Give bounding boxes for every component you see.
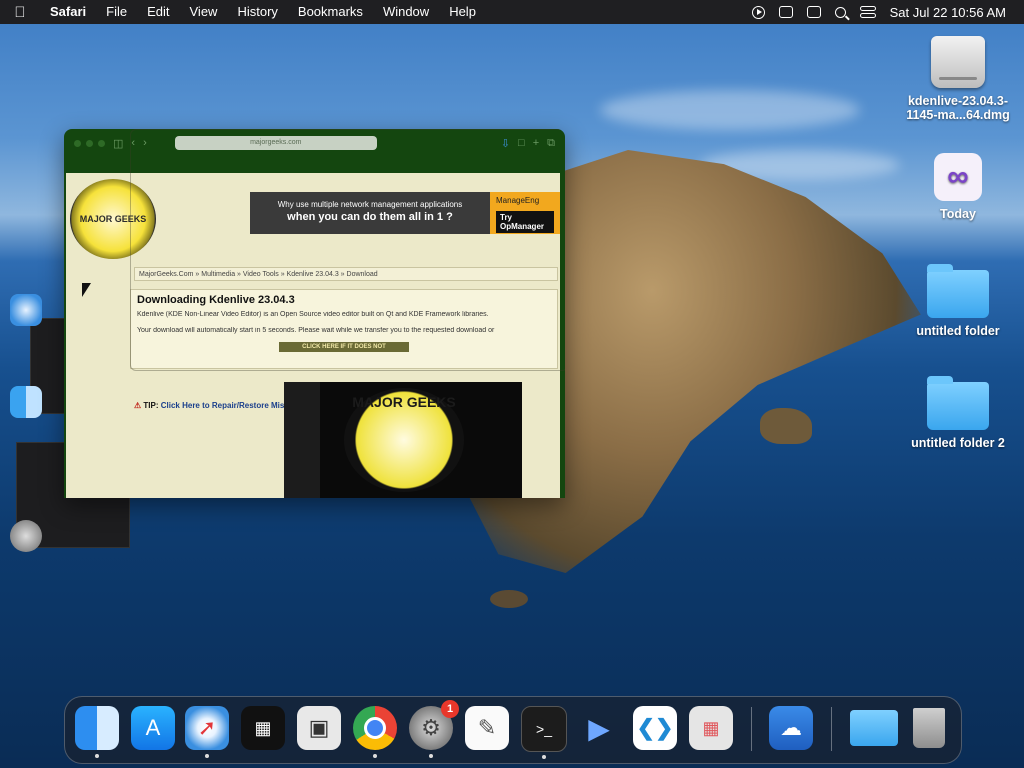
- dock-screenshot[interactable]: ▣: [297, 706, 341, 750]
- dock-launchpad[interactable]: ▦: [689, 706, 733, 750]
- sidebar-status-icon[interactable]: [778, 6, 793, 18]
- desktop-icon-label: untitled folder: [916, 324, 1000, 338]
- app-store-icon: A: [145, 715, 161, 740]
- dock: A ➚ ▦ ▣ ⚙ 1 ✎ >_ ▶ ❮❯ ▦ ☁: [64, 696, 962, 764]
- apple-menu-icon[interactable]: : [0, 4, 40, 21]
- page-title: Downloading Kdenlive 23.04.3: [137, 294, 295, 306]
- menu-bookmarks[interactable]: Bookmarks: [288, 0, 373, 24]
- dock-window-tiles[interactable]: ▦: [241, 706, 285, 750]
- app-description: Kdenlive (KDE Non-Linear Video Editor) i…: [137, 311, 489, 318]
- breadcrumb[interactable]: MajorGeeks.Com » Multimedia » Video Tool…: [134, 267, 558, 281]
- dock-finder[interactable]: [75, 706, 119, 758]
- spotlight-search-icon[interactable]: [834, 6, 846, 18]
- dock-trash[interactable]: [907, 706, 951, 750]
- window-tiles-icon: ▦: [254, 717, 272, 738]
- window-controls[interactable]: [74, 139, 105, 147]
- trash-icon: [913, 708, 945, 748]
- dock-weather[interactable]: ☁: [769, 706, 813, 750]
- desktop-icon-label: Today: [940, 207, 976, 221]
- mouse-cursor-icon: [82, 283, 91, 297]
- notepad-icon: ✎: [477, 715, 497, 740]
- tip-label: TIP:: [143, 401, 159, 410]
- menu-edit[interactable]: Edit: [137, 0, 179, 24]
- dock-app-store[interactable]: A: [131, 706, 175, 750]
- menu-help[interactable]: Help: [439, 0, 486, 24]
- desktop-icon-dmg[interactable]: kdenlive-23.04.3-1145-ma...64.dmg: [903, 36, 1013, 122]
- dock-separator: [831, 707, 832, 751]
- download-wait-text: Your download will automatically start i…: [137, 327, 495, 334]
- download-icon[interactable]: ⇩: [501, 137, 510, 150]
- tab-overview-icon[interactable]: ⧉: [547, 137, 555, 150]
- share-icon[interactable]: □: [518, 137, 525, 149]
- folder-icon: [850, 710, 898, 746]
- download-box: Downloading Kdenlive 23.04.3 Kdenlive (K…: [130, 289, 558, 369]
- menu-file[interactable]: File: [96, 0, 137, 24]
- desktop-icon-label: untitled folder 2: [911, 436, 1005, 450]
- back-icon[interactable]: ‹: [131, 137, 135, 149]
- finder-icon[interactable]: [10, 386, 42, 418]
- notification-badge: 1: [441, 700, 459, 718]
- desktop-icon-untitled-folder[interactable]: untitled folder: [903, 264, 1013, 338]
- folder-icon: [927, 264, 989, 318]
- banner-cta-button[interactable]: Try OpManager: [496, 211, 554, 233]
- warning-icon: ⚠: [134, 401, 142, 410]
- banner-text-2: when you can do them all in 1 ?: [287, 211, 453, 223]
- visual-studio-icon: ∞: [934, 153, 982, 201]
- app-menu[interactable]: Safari: [40, 0, 96, 24]
- ad-banner-cta[interactable]: ManageEng Try OpManager: [490, 192, 560, 234]
- disk-image-icon: [931, 36, 985, 88]
- menu-view[interactable]: View: [180, 0, 228, 24]
- dock-chrome[interactable]: [353, 706, 397, 758]
- dock-system-settings[interactable]: ⚙ 1: [409, 700, 459, 758]
- chrome-icon: [364, 717, 386, 739]
- forward-icon[interactable]: ›: [143, 137, 147, 149]
- dock-separator: [751, 707, 752, 751]
- dock-safari[interactable]: ➚: [185, 706, 229, 758]
- safari-window[interactable]: ◫ ‹ › majorgeeks.com ⇩ □ + ⧉ MAJOR GEEKS…: [64, 129, 565, 498]
- click-here-button[interactable]: CLICK HERE IF IT DOES NOT: [279, 342, 409, 352]
- banner-text-1: Why use multiple network management appl…: [277, 200, 463, 209]
- video-logo: MAJOR GEEKS: [344, 388, 464, 492]
- folder-icon: [927, 376, 989, 430]
- dock-downloads-folder[interactable]: [849, 706, 899, 750]
- safari-icon: ➚: [197, 715, 217, 740]
- vscode-icon: ❮❯: [636, 715, 674, 740]
- settings-gear-icon[interactable]: [10, 520, 42, 552]
- majorgeeks-logo[interactable]: MAJOR GEEKS: [70, 179, 156, 259]
- sidebar-toggle-icon[interactable]: ◫: [113, 137, 123, 150]
- dock-vscode[interactable]: ❮❯: [633, 706, 677, 750]
- control-center-icon[interactable]: [859, 6, 876, 18]
- settings-gear-icon: ⚙: [421, 715, 441, 740]
- screenshot-icon: ▣: [308, 715, 330, 740]
- dock-textedit[interactable]: ✎: [465, 706, 509, 750]
- dock-terminal[interactable]: >_: [521, 706, 567, 759]
- video-screenshot[interactable]: MAJOR GEEKS: [284, 382, 522, 498]
- menu-clock[interactable]: Sat Jul 22 10:56 AM: [890, 5, 1006, 20]
- terminal-icon: >_: [536, 721, 552, 737]
- menu-history[interactable]: History: [227, 0, 287, 24]
- menu-bar:  Safari File Edit View History Bookmark…: [0, 0, 1024, 24]
- dock-media-player[interactable]: ▶: [577, 706, 621, 750]
- play-status-icon[interactable]: [751, 5, 765, 19]
- desktop-icon-today[interactable]: ∞ Today: [903, 153, 1013, 221]
- desktop-icon-untitled-folder-2[interactable]: untitled folder 2: [903, 376, 1013, 450]
- desktop-icon-label: kdenlive-23.04.3-1145-ma...64.dmg: [906, 94, 1010, 122]
- ad-banner[interactable]: Why use multiple network management appl…: [250, 192, 490, 234]
- safari-icon[interactable]: [10, 294, 42, 326]
- media-player-icon: ▶: [588, 712, 610, 744]
- weather-icon: ☁: [780, 715, 802, 740]
- address-bar[interactable]: majorgeeks.com: [174, 136, 377, 150]
- launchpad-icon: ▦: [702, 717, 720, 738]
- new-tab-icon[interactable]: +: [533, 137, 539, 149]
- web-page: MAJOR GEEKS Why use multiple network man…: [66, 173, 560, 498]
- menu-window[interactable]: Window: [373, 0, 439, 24]
- banner-brand: ManageEng: [496, 196, 540, 205]
- browser-toolbar: ◫ ‹ › majorgeeks.com ⇩ □ + ⧉: [64, 129, 565, 157]
- screen-mirroring-icon[interactable]: [806, 6, 821, 18]
